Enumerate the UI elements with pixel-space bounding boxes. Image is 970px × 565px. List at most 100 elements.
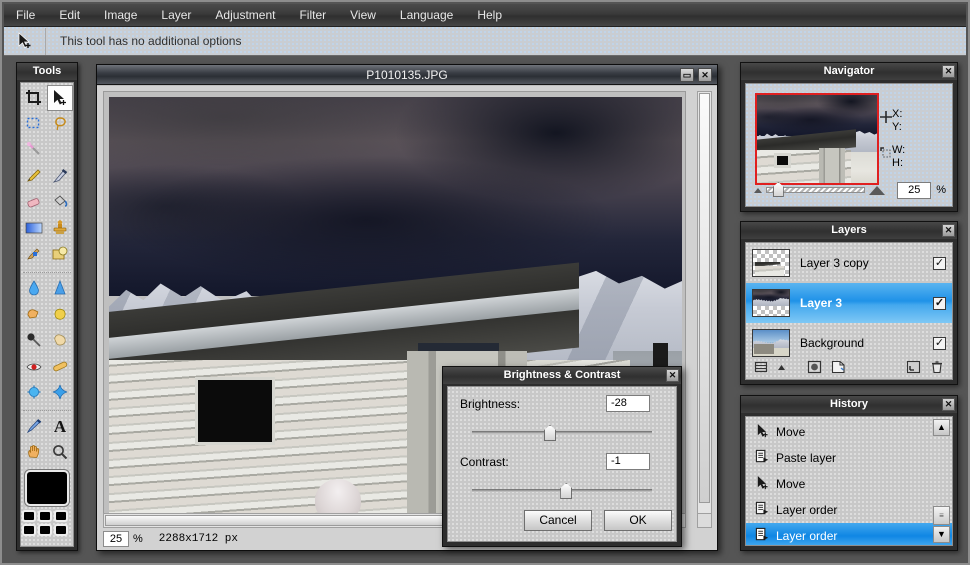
new-layer-icon[interactable] [830,360,846,375]
zoom-out-icon[interactable] [754,187,762,193]
palette-swatch[interactable] [54,524,68,536]
magic-wand-tool[interactable] [21,137,47,163]
eraser-tool[interactable] [21,189,47,215]
history-item-paste-layer[interactable]: Paste layer [746,445,952,471]
history-scrollbar-thumb[interactable]: ≡ [933,506,950,525]
layer-properties-icon[interactable] [753,360,769,375]
hand-tool[interactable] [21,439,47,465]
layer-visibility-checkbox[interactable]: ✓ [933,336,946,350]
brush-tool[interactable] [47,163,73,189]
minimize-icon[interactable]: ▭ [680,68,694,82]
navigator-zoom-slider-handle[interactable] [772,182,784,197]
menu-item-filter[interactable]: Filter [287,5,338,25]
close-icon[interactable]: ✕ [666,369,679,382]
brightness-contrast-body: Brightness: -28 Contrast: -1 Cancel OK [447,386,677,542]
vertical-scrollbar[interactable] [697,91,712,524]
layer-visibility-checkbox[interactable]: ✓ [933,296,946,310]
type-tool[interactable]: A [47,413,73,439]
palette-swatch[interactable] [54,510,68,522]
move-tool-icon[interactable] [4,27,46,55]
photo-cabin-window [194,376,276,445]
pen-tool[interactable] [21,413,47,439]
burn-tool[interactable] [21,327,47,353]
palette-swatch[interactable] [38,524,52,536]
sponge-tool[interactable] [47,301,73,327]
menu-item-help[interactable]: Help [465,5,514,25]
palette-swatch[interactable] [22,524,36,536]
contrast-slider-handle[interactable] [560,483,573,499]
history-item-layer-order-2[interactable]: Layer order [746,523,952,545]
clone-stamp-tool[interactable] [47,215,73,241]
contrast-slider[interactable] [472,483,652,499]
vertical-scrollbar-thumb[interactable] [699,93,710,503]
bloat-tool[interactable] [21,379,47,405]
pinch-tool[interactable] [47,379,73,405]
navigator-thumbnail[interactable] [755,93,879,185]
merge-layer-icon[interactable] [905,360,921,375]
photo-sky [109,97,682,297]
close-icon[interactable]: ✕ [942,65,955,78]
layer-row-layer-3-copy[interactable]: Layer 3 copy ✓ [746,243,952,283]
menu-item-file[interactable]: File [4,5,47,25]
brightness-value-input[interactable]: -28 [606,395,650,412]
foreground-color-swatch[interactable] [25,470,69,506]
navigator-zoom-input[interactable]: 25 [897,181,932,199]
navigator-zoom-slider[interactable] [766,182,866,197]
zoom-tool[interactable] [47,439,73,465]
marquee-select-tool[interactable] [21,111,47,137]
tool-row [21,163,73,189]
move-tool[interactable] [46,85,73,111]
crosshair-icon [879,110,893,127]
brightness-slider[interactable] [472,425,652,441]
document-title-bar[interactable]: P1010135.JPG ▭ ✕ [97,65,717,85]
crop-tool[interactable] [21,85,47,111]
navigator-w-label: W: [892,144,906,156]
tool-row [21,85,73,111]
history-title-text: History [830,398,868,410]
lasso-tool[interactable] [47,111,73,137]
cancel-button[interactable]: Cancel [524,510,592,531]
contrast-value-input[interactable]: -1 [606,453,650,470]
menu-item-view[interactable]: View [338,5,388,25]
layer-visibility-checkbox[interactable]: ✓ [933,256,946,270]
palette-swatch[interactable] [38,510,52,522]
close-icon[interactable]: ✕ [698,68,712,82]
zoom-level-input[interactable]: 25 [103,530,129,547]
menu-item-layer[interactable]: Layer [149,5,203,25]
smudge-tool[interactable] [21,241,47,267]
scroll-down-icon[interactable]: ▼ [933,526,950,543]
history-item-move-2[interactable]: Move [746,471,952,497]
ok-button[interactable]: OK [604,510,672,531]
history-item-layer-order-1[interactable]: Layer order [746,497,952,523]
contrast-label: Contrast: [460,455,509,469]
sharpen-tool[interactable] [47,275,73,301]
bandage-tool[interactable] [47,353,73,379]
red-eye-tool[interactable] [21,353,47,379]
scroll-up-icon[interactable]: ▲ [933,419,950,436]
layer-mask-icon[interactable] [806,360,822,375]
zoom-in-icon[interactable] [869,185,886,195]
paint-bucket-tool[interactable] [47,189,73,215]
menu-item-language[interactable]: Language [388,5,465,25]
layer-row-layer-3[interactable]: Layer 3 ✓ [746,283,952,323]
blur-tool[interactable] [21,275,47,301]
close-icon[interactable]: ✕ [942,224,955,237]
gradient-tool[interactable] [21,215,47,241]
brightness-slider-handle[interactable] [544,425,556,441]
pattern-tool[interactable] [47,241,73,267]
brightness-contrast-title-bar[interactable]: Brightness & Contrast ✕ [443,367,681,384]
chevron-up-icon[interactable] [777,360,786,375]
menu-item-image[interactable]: Image [92,5,149,25]
hand-fill-tool[interactable] [47,327,73,353]
history-scrollbar[interactable]: ▲ ≡ ▼ [932,419,950,543]
pencil-tool[interactable] [21,163,47,189]
tool-row [21,189,73,215]
history-item-move-1[interactable]: Move [746,419,952,445]
layers-panel-title: Layers ✕ [741,222,957,239]
dodge-tool[interactable] [21,301,47,327]
palette-swatch[interactable] [22,510,36,522]
menu-item-adjustment[interactable]: Adjustment [203,5,287,25]
close-icon[interactable]: ✕ [942,398,955,411]
delete-layer-icon[interactable] [929,360,945,375]
menu-item-edit[interactable]: Edit [47,5,92,25]
